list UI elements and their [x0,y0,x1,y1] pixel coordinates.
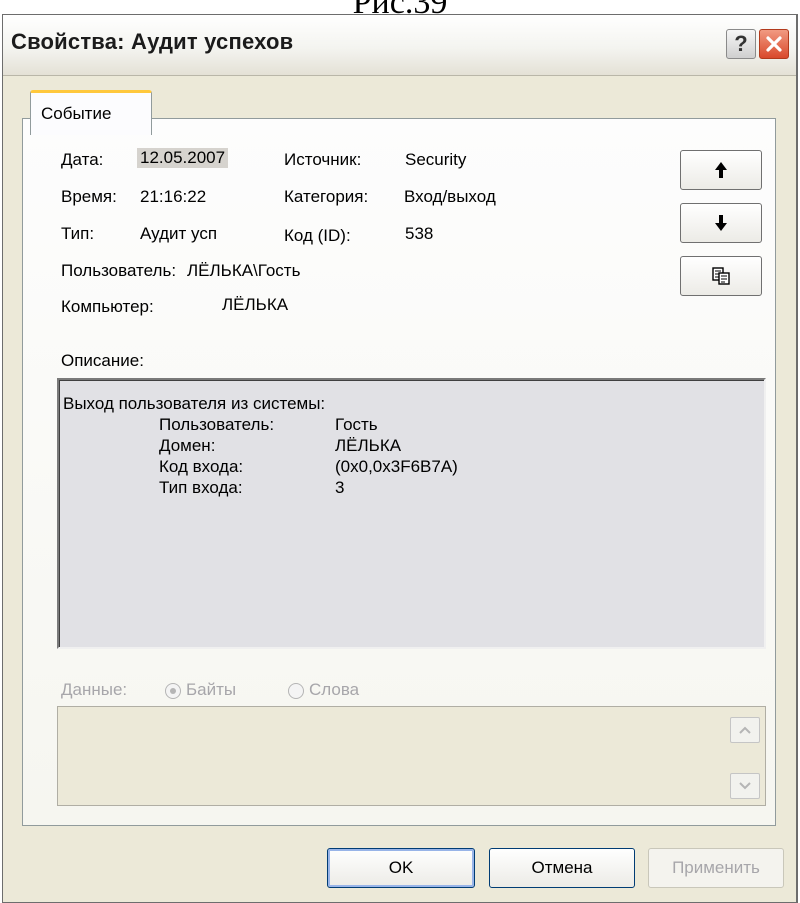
description-label: Описание: [61,351,144,370]
cancel-button[interactable]: Отмена [489,848,635,888]
description-row-value: 3 [335,478,345,497]
description-row-value: Гость [335,415,378,434]
type-label: Тип: [61,224,95,243]
id-value: 538 [405,224,434,243]
help-button[interactable]: ? [726,29,756,59]
words-radio[interactable] [288,683,304,699]
description-row-key: Пользователь: [159,415,275,434]
computer-value: ЛЁЛЬКА [222,295,289,314]
scroll-down-button[interactable] [730,773,760,799]
next-event-button[interactable] [680,203,762,243]
close-button[interactable] [759,29,789,59]
category-value: Вход/выход [404,187,496,206]
help-icon: ? [734,31,748,56]
time-value: 21:16:22 [140,187,207,206]
source-value: Security [405,150,467,169]
description-heading: Выход пользователя из системы: [63,394,326,413]
bytes-radio-label[interactable]: Байты [186,680,236,700]
description-row-value: (0x0,0x3F6B7A) [335,457,458,476]
time-label: Время: [61,187,117,206]
description-row-key: Домен: [159,436,216,455]
scroll-up-button[interactable] [730,717,760,743]
id-label: Код (ID): [284,226,351,245]
arrow-down-icon [715,215,727,231]
computer-label: Компьютер: [61,297,154,316]
ok-button[interactable]: OK [327,848,475,888]
description-row-value: ЛЁЛЬКА [335,436,402,455]
window-title: Свойства: Аудит успехов [11,29,294,54]
description-row-key: Тип входа: [159,478,243,497]
words-radio-label[interactable]: Слова [309,680,359,700]
close-x-icon [766,36,782,52]
user-value: ЛЁЛЬКА\Гость [187,261,301,280]
date-label: Дата: [61,150,104,169]
chevron-up-icon [739,726,751,734]
source-label: Источник: [284,150,362,169]
arrow-up-icon [715,162,727,178]
tab-event[interactable]: Событие [30,90,152,135]
type-value: Аудит усп [140,224,218,243]
copy-icon [712,267,730,285]
apply-button[interactable]: Применить [648,848,784,888]
data-label: Данные: [61,680,128,699]
copy-button[interactable] [680,256,762,296]
description-row-key: Код входа: [159,457,244,476]
bytes-radio[interactable] [165,683,181,699]
date-value: 12.05.2007 [137,148,229,168]
user-label: Пользователь: [61,261,177,280]
title-bar[interactable]: Свойства: Аудит успехов ? [3,15,796,76]
chevron-down-icon [739,782,751,790]
description-text-area[interactable]: Выход пользователя из системы: Пользоват… [57,378,766,649]
category-label: Категория: [284,187,369,206]
data-text-area[interactable] [57,706,766,806]
previous-event-button[interactable] [680,150,762,190]
